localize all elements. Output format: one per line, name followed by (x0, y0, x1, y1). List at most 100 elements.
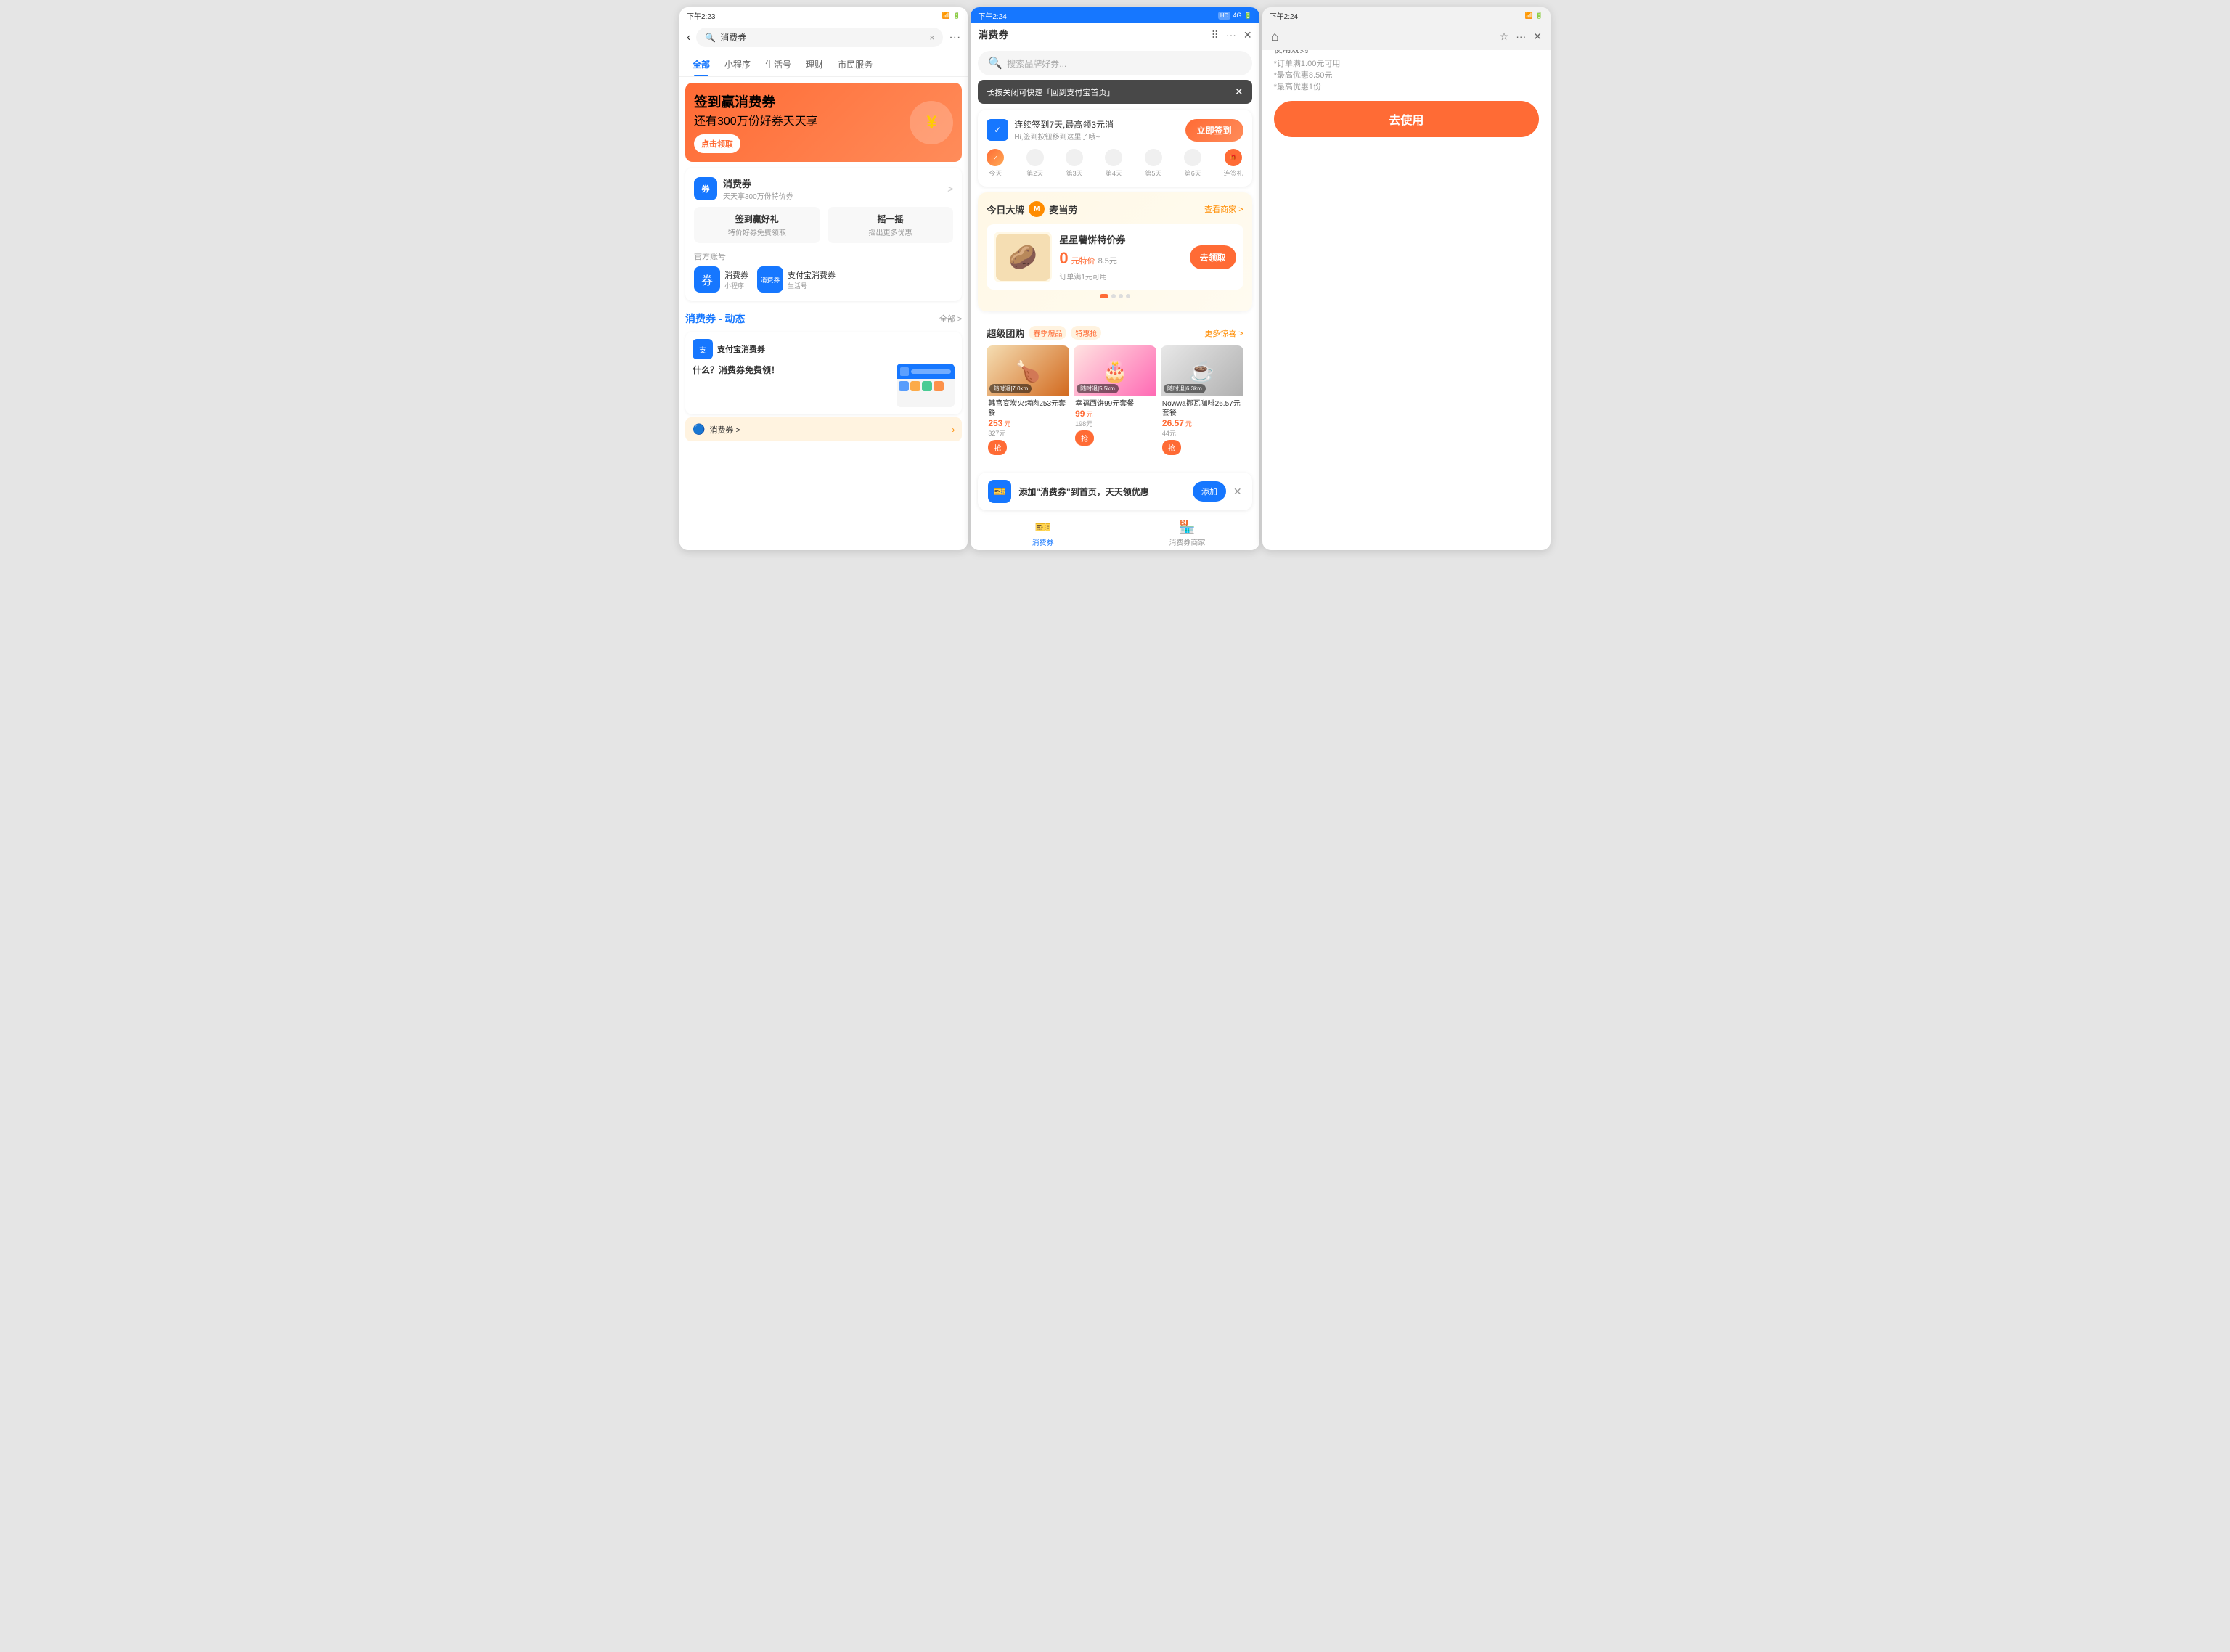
more-options-button[interactable]: ··· (949, 31, 960, 44)
day-circle-3 (1066, 149, 1083, 166)
day-label-6: 第6天 (1185, 168, 1201, 178)
use-coupon-button[interactable]: 去使用 (1274, 101, 1539, 137)
grab-button-0[interactable]: 抢 (988, 440, 1007, 455)
card-name: 消费券 (723, 176, 793, 190)
app-name-0: 消费券 (724, 269, 748, 281)
add-banner-close-button[interactable]: ✕ (1233, 486, 1242, 498)
dot-1 (1100, 294, 1108, 298)
banner-icon: ¥ (910, 101, 953, 144)
checkin-button[interactable]: 立即签到 (1185, 119, 1243, 142)
card-text: 消费券 天天享300万份特价券 (723, 176, 793, 201)
banner-claim-button[interactable]: 点击领取 (694, 134, 740, 153)
see-more-brand-link[interactable]: 查看商家 > (1204, 203, 1243, 215)
app-info-alipay: 支付宝消费券 生活号 (788, 269, 836, 290)
bottom-spacer (1274, 137, 1539, 149)
star-icon[interactable]: ☆ (1500, 30, 1509, 43)
app-item-coupon[interactable]: 券 消费券 小程序 (694, 266, 748, 293)
day-6: 第6天 (1184, 149, 1201, 178)
price-unit-1: 元 (1086, 409, 1092, 419)
grab-button-2[interactable]: 抢 (1162, 440, 1181, 455)
coupon-item: 🥔 星星薯饼特价券 0 元特价 8.5元 订单满1元可用 去领取 (987, 224, 1243, 290)
day-label-1: 今天 (989, 168, 1002, 178)
app-item-alipay[interactable]: 消费券 支付宝消费券 生活号 (757, 266, 836, 293)
back-button[interactable]: ‹ (687, 31, 690, 44)
product-info-0: 韩宫宴炭火烤肉253元套餐 253 元 327元 抢 (987, 396, 1069, 458)
coupon-food-image: 🥔 (994, 232, 1052, 282)
product-pricing-0: 253 元 (988, 418, 1068, 428)
search-clear-icon[interactable]: × (929, 33, 934, 43)
time-2: 下午2:24 (978, 10, 1006, 21)
brand-section: 今日大牌 M 麦当劳 查看商家 > 🥔 星星薯饼特价券 0 元特价 8.5元 (978, 192, 1251, 311)
tab-life[interactable]: 生活号 (758, 52, 799, 76)
product-item-2[interactable]: ☕ 随时退|6.3km Nowwa挪瓦咖啡26.57元套餐 26.57 元 44… (1161, 345, 1243, 458)
p2-search-placeholder: 搜索品牌好券... (1007, 57, 1066, 70)
section-more-link[interactable]: 全部 > (939, 313, 962, 324)
product-item-1[interactable]: 🎂 随时退|5.5km 幸福西饼99元套餐 99 元 198元 抢 (1074, 345, 1156, 458)
checkin-app-icon: ✓ (987, 119, 1008, 141)
status-icons-3: 📶 🔋 (1525, 12, 1543, 20)
grab-button-1[interactable]: 抢 (1075, 430, 1094, 446)
home-button[interactable]: ⌂ (1271, 29, 1279, 44)
product-orig-1: 198元 (1075, 419, 1155, 428)
news-text: 什么？消费券免费领！ (693, 364, 891, 407)
action-signin[interactable]: 签到赢好礼 特价好券免费领取 (694, 207, 820, 243)
checkin-sub: Hi,签到按钮移到这里了哦~ (1014, 131, 1114, 142)
search-bar[interactable]: 🔍 消费券 × (696, 28, 943, 47)
day-circle-6 (1184, 149, 1201, 166)
card-header: 券 消费券 天天享300万份特价券 > (694, 176, 953, 201)
app-info-coupon: 消费券 小程序 (724, 269, 748, 290)
bottom-nav: 🎫 消费券 🏪 消费券商家 (971, 515, 1259, 550)
product-name-1: 幸福西饼99元套餐 (1075, 399, 1155, 409)
tab-miniapp[interactable]: 小程序 (717, 52, 758, 76)
status-bar-3: 下午2:24 📶 🔋 (1262, 7, 1551, 23)
distance-badge-1: 随时退|5.5km (1077, 384, 1119, 393)
menu-dots-icon[interactable]: ··· (1226, 29, 1236, 41)
coupon-detail-sheet: × 已领取 星星薯饼特价券 特价0元 满1元可用，具体详情以下单页为准 商品信息… (1262, 50, 1551, 149)
add-to-home-button[interactable]: 添加 (1193, 481, 1226, 502)
status-bar-2: 下午2:24 HD 4G 🔋 (971, 7, 1259, 23)
product-image-2: ☕ 随时退|6.3km (1161, 345, 1243, 396)
product-price-2: 26.57 (1162, 418, 1184, 428)
signin-banner: 签到赢消费券 还有300万份好券天天享 点击领取 ¥ (685, 83, 962, 162)
news-section-header: 消费券 - 动态 全部 > (679, 306, 968, 329)
tab-all[interactable]: 全部 (685, 52, 717, 76)
group-tag-1: 春季爆品 (1029, 326, 1066, 340)
coupon-name: 星星薯饼特价券 (1059, 232, 1182, 246)
field-rule-3: *最高优惠1份 (1274, 81, 1539, 92)
tooltip-text: 长按关闭可快速「回到支付宝首页」 (987, 86, 1114, 98)
nav-merchant[interactable]: 🏪 消费券商家 (1115, 520, 1259, 547)
price-unit-2: 元 (1185, 419, 1192, 428)
tab-finance[interactable]: 理财 (799, 52, 830, 76)
action-shake[interactable]: 摇一摇 摇出更多优惠 (828, 207, 954, 243)
p3-more-icon[interactable]: ··· (1516, 30, 1526, 43)
brand-title: 今日大牌 M 麦当劳 (987, 201, 1077, 217)
qr-icon[interactable]: ⠿ (1212, 29, 1219, 41)
time-1: 下午2:23 (687, 10, 715, 21)
group-more-button[interactable]: 更多惊喜 > (1204, 327, 1243, 339)
p2-search-bar[interactable]: 🔍 搜索品牌好券... (978, 51, 1251, 75)
tab-service[interactable]: 市民服务 (830, 52, 880, 76)
close-icon[interactable]: ✕ (1243, 29, 1252, 41)
coupon-hint-arrow: › (952, 425, 955, 435)
tooltip-close-button[interactable]: ✕ (1235, 86, 1243, 98)
coupon-main-card[interactable]: 券 消费券 天天享300万份特价券 > 签到赢好礼 特价好券免费领取 摇一摇 (685, 168, 962, 301)
news-card[interactable]: 支 支付宝消费券 什么？消费券免费领！ (685, 332, 962, 414)
signal-4g: 4G (1233, 12, 1241, 19)
coupon-hint-bar[interactable]: 🔵 消费券 > › (685, 417, 962, 441)
checkin-text: 连续签到7天,最高领3元消 Hi,签到按钮移到这里了哦~ (1014, 118, 1114, 142)
panel-coupon-app: 下午2:24 HD 4G 🔋 消费券 ⠿ ··· ✕ 🔍 搜索品牌好券... 长… (971, 7, 1259, 550)
coupon-condition: 订单满1元可用 (1059, 271, 1182, 282)
product-name-0: 韩宫宴炭火烤肉253元套餐 (988, 399, 1068, 418)
p3-close-icon[interactable]: ✕ (1533, 30, 1542, 43)
group-title-area: 超级团购 春季爆品 特惠抢 (987, 326, 1101, 340)
app-type-0: 小程序 (724, 281, 748, 290)
card-title-area: 券 消费券 天天享300万份特价券 (694, 176, 793, 201)
nav-coupon[interactable]: 🎫 消费券 (971, 520, 1115, 547)
product-info-1: 幸福西饼99元套餐 99 元 198元 抢 (1074, 396, 1156, 449)
product-item-0[interactable]: 🍗 随时退|7.0km 韩宫宴炭火烤肉253元套餐 253 元 327元 抢 (987, 345, 1069, 458)
price-unit-0: 元 (1004, 419, 1010, 428)
get-coupon-button[interactable]: 去领取 (1190, 245, 1236, 269)
signal-icon-1: 📶 (942, 12, 950, 20)
panel-detail: 下午2:24 📶 🔋 ⌂ ☆ ··· ✕ 麦当劳隐私政策提示 (1262, 7, 1551, 550)
price-area: 0 元特价 8.5元 (1059, 249, 1182, 268)
